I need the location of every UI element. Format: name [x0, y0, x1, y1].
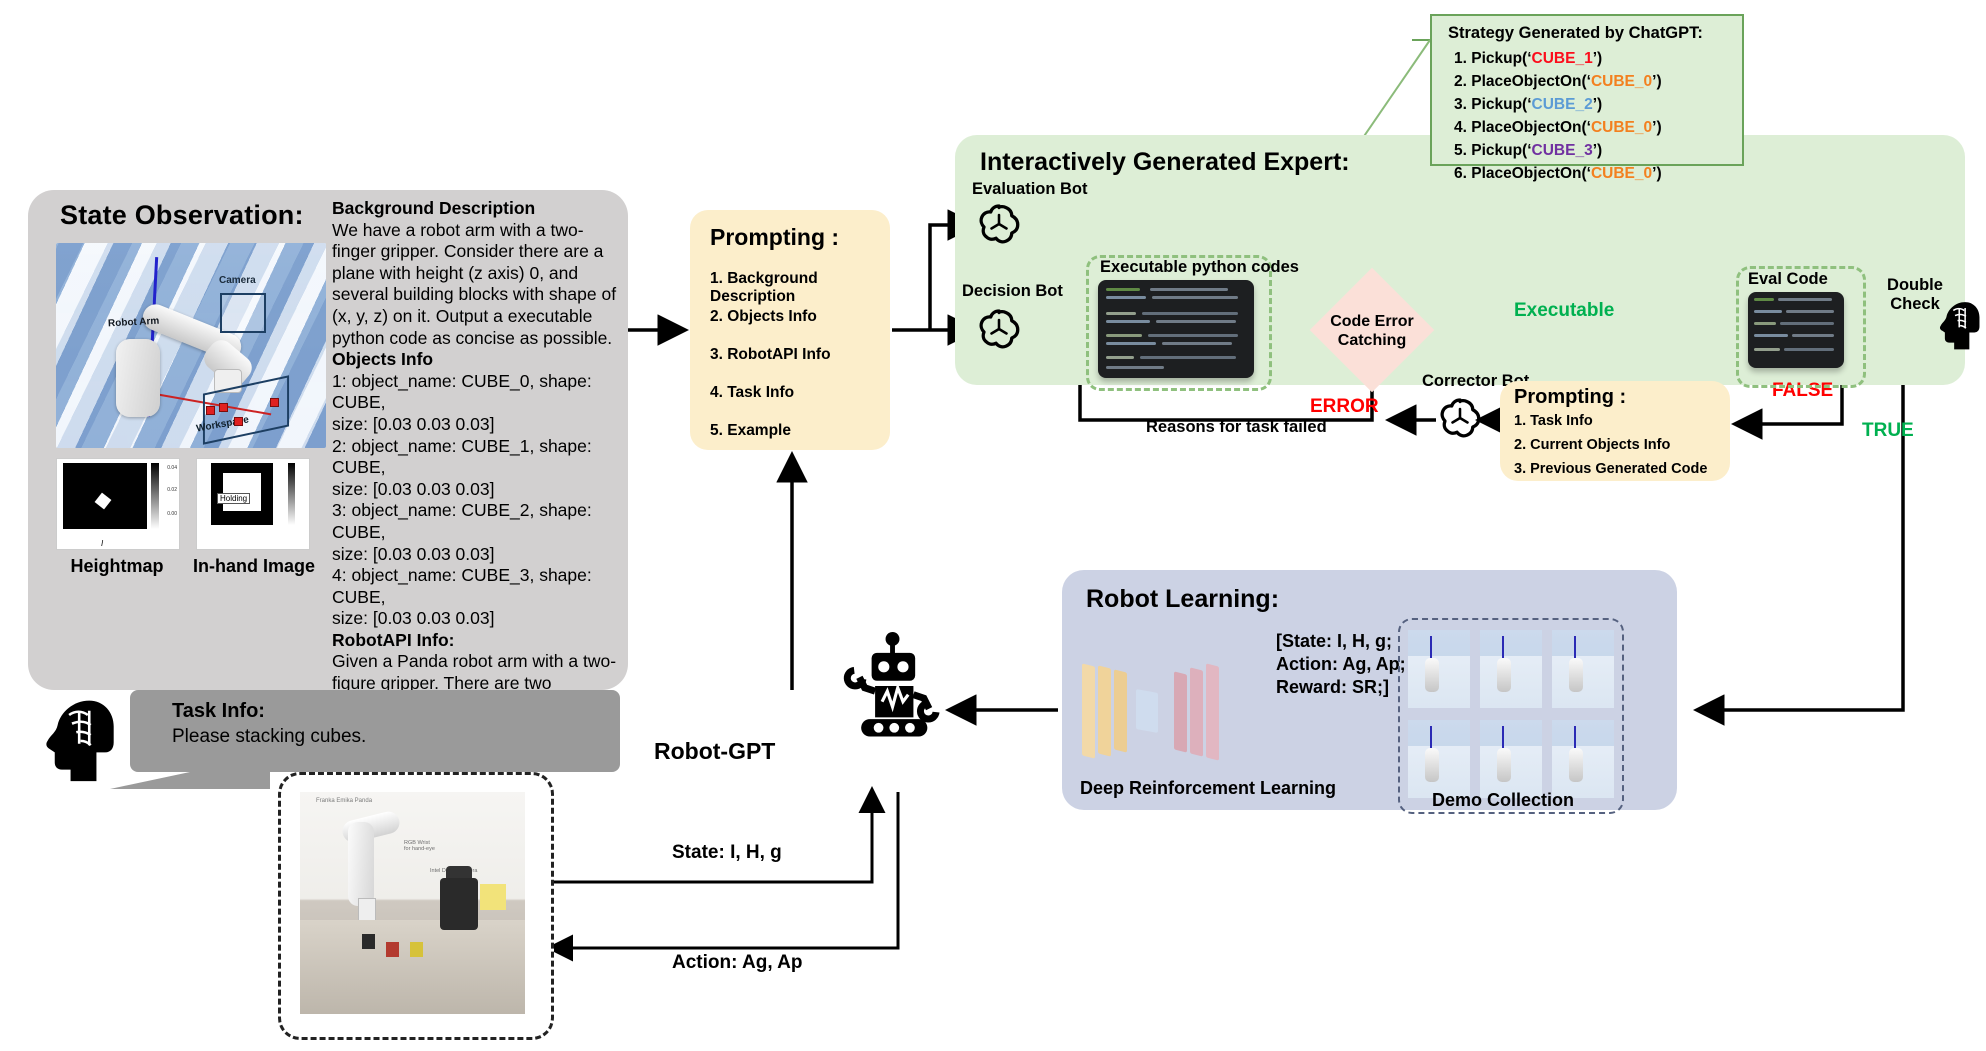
diagram-canvas: State Observation: Camera Robot Arm Work… [0, 0, 1986, 1051]
strategy-step-1: 1. Pickup(‘CUBE_1’) [1454, 50, 1603, 67]
strategy-step-6: 6. PlaceObjectOn(‘CUBE_0’) [1454, 165, 1662, 182]
executable-code-screenshot[interactable] [1098, 280, 1254, 378]
inhand-image: Holding [196, 458, 310, 550]
expert-panel-title: Interactively Generated Expert: [980, 148, 1350, 176]
state-observation-title: State Observation: [60, 200, 304, 230]
objects-heading: Objects Info [332, 349, 434, 370]
objects-line: size: [0.03 0.03 0.03] [332, 413, 495, 434]
drl-caption: Deep Reinforcement Learning [1080, 778, 1337, 798]
robotapi-heading: RobotAPI Info: [332, 629, 455, 650]
human-head-icon-left [26, 690, 118, 786]
action-edge-label: Action: Ag, Ap [672, 952, 803, 973]
prompting-item-taskinfo[interactable]: 4. Task Info [710, 384, 794, 402]
state-edge-label: State: I, H, g [672, 842, 782, 863]
objects-line: size: [0.03 0.03 0.03] [332, 478, 495, 499]
prompting-item-objects[interactable]: 2. Objects Info [710, 308, 817, 326]
robot-icon [840, 632, 952, 740]
executable-codes-label: Executable python codes [1100, 258, 1299, 276]
strategy-step-2: 2. PlaceObjectOn(‘CUBE_0’) [1454, 73, 1662, 90]
code-error-line1: Code Error [1330, 313, 1414, 330]
demo-collection-region [1398, 618, 1624, 814]
edge-label-executable: Executable [1514, 300, 1615, 321]
corrector-item-objects[interactable]: 2. Current Objects Info [1514, 437, 1670, 453]
strategy-step-3: 3. Pickup(‘CUBE_2’) [1454, 96, 1603, 113]
transition-tuple-label: [State: I, H, g; Action: Ag, Ap; Reward:… [1276, 630, 1406, 699]
code-error-catching-label: Code Error Catching [1320, 312, 1424, 350]
openai-logo-icon-decision-bot[interactable] [975, 305, 1023, 353]
prompting-item-background[interactable]: 1. Background Description [710, 270, 890, 306]
robot-learning-title: Robot Learning: [1086, 585, 1280, 613]
strategy-step-4: 4. PlaceObjectOn(‘CUBE_0’) [1454, 119, 1662, 136]
objects-line: 2: object_name: CUBE_1, shape: CUBE, [332, 435, 592, 478]
task-info-title: Task Info: [172, 700, 265, 722]
openai-logo-icon-corrector-bot[interactable] [1436, 394, 1484, 442]
prompting-item-robotapi[interactable]: 3. RobotAPI Info [710, 346, 831, 364]
heightmap-image: 0.04 0.02 0.00 I [56, 458, 180, 550]
objects-line: 1: object_name: CUBE_0, shape: CUBE, [332, 370, 592, 413]
corrector-item-previous[interactable]: 3. Previous Generated Code [1514, 461, 1707, 477]
robot-gpt-label: Robot-GPT [654, 738, 776, 764]
prompting-item-example[interactable]: 5. Example [710, 422, 791, 440]
human-head-icon-right [1928, 296, 1982, 352]
tuple-action: Action: Ag, Ap; [1276, 654, 1406, 674]
prompting-corrector-title: Prompting : [1514, 386, 1627, 408]
prompting-main-title: Prompting : [710, 224, 840, 250]
reasons-for-task-failed-label: Reasons for task failed [1146, 418, 1327, 436]
objects-line: size: [0.03 0.03 0.03] [332, 543, 495, 564]
task-info-body: Please stacking cubes. [172, 726, 367, 747]
real-robot-photo: Franka Emika Panda RGB Wrist for hand-eye… [300, 792, 525, 1014]
background-body: We have a robot arm with a two-finger gr… [332, 219, 617, 348]
background-heading: Background Description [332, 198, 536, 218]
strategy-callout-box: Strategy Generated by ChatGPT: 1. Pickup… [1430, 14, 1744, 182]
heightmap-axis-label: I [101, 539, 104, 548]
neural-network-diagram [1082, 655, 1268, 765]
tuple-state: [State: I, H, g; [1276, 631, 1392, 651]
demo-collection-caption: Demo Collection [1432, 790, 1575, 810]
inhand-caption: In-hand Image [192, 556, 315, 576]
objects-line: 4: object_name: CUBE_3, shape: CUBE, [332, 565, 592, 607]
edge-label-true: TRUE [1862, 420, 1914, 441]
objects-line: 3: object_name: CUBE_2, shape: CUBE, [332, 500, 592, 542]
prompting-corrector-box: Prompting : 1. Task Info 2. Current Obje… [1500, 381, 1730, 481]
eval-code-label: Eval Code [1748, 270, 1828, 288]
holding-badge: Holding [217, 493, 251, 504]
camera-frustum [220, 293, 266, 333]
edge-label-error: ERROR [1310, 396, 1379, 417]
tuple-reward: Reward: SR;] [1276, 677, 1390, 697]
code-error-line2: Catching [1337, 332, 1407, 349]
objects-line: size: [0.03 0.03 0.03] [332, 608, 495, 629]
decision-bot-label: Decision Bot [962, 282, 1063, 300]
prompting-main-box: Prompting : 1. Background Description 2.… [690, 210, 890, 450]
camera-label: Camera [219, 275, 256, 286]
heightmap-caption: Heightmap [70, 556, 164, 576]
eval-code-screenshot[interactable] [1748, 292, 1844, 368]
openai-logo-icon-evaluation-bot[interactable] [975, 200, 1023, 248]
simulation-view: Camera Robot Arm Workspace [56, 243, 326, 448]
strategy-step-5: 5. Pickup(‘CUBE_3’) [1454, 142, 1603, 159]
corrector-item-taskinfo[interactable]: 1. Task Info [1514, 413, 1593, 429]
evaluation-bot-label: Evaluation Bot [972, 180, 1088, 198]
double-check-line1: Double [1887, 276, 1943, 294]
strategy-title: Strategy Generated by ChatGPT: [1448, 24, 1703, 42]
